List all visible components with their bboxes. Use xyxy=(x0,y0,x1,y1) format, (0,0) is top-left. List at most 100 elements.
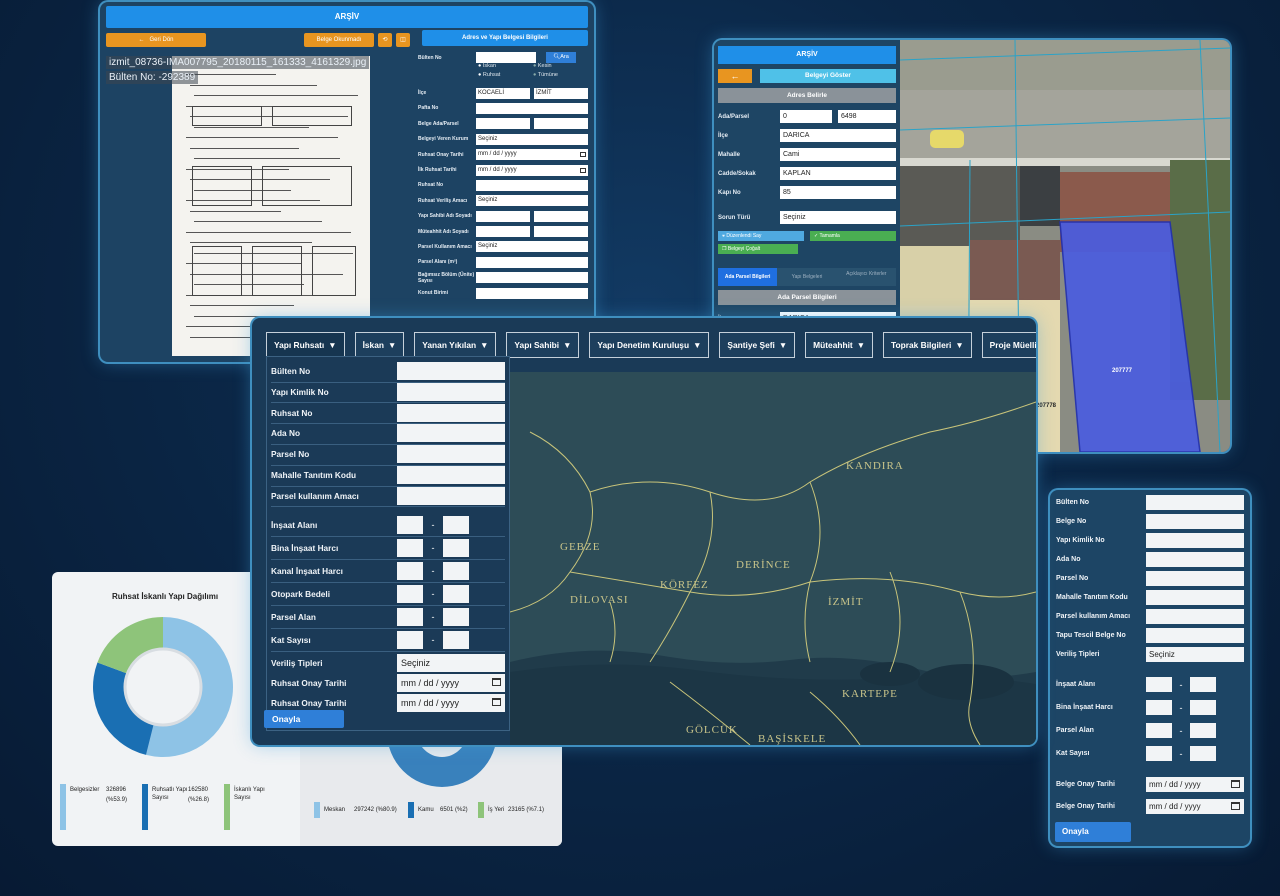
archive-field-input[interactable] xyxy=(476,52,536,64)
main-field-input[interactable] xyxy=(397,486,505,505)
right-date-input[interactable]: mm / dd / yyyy xyxy=(1146,799,1244,814)
main-field-input[interactable] xyxy=(397,445,505,464)
address-field-input[interactable]: 0 xyxy=(780,110,832,123)
nav-dropdown-yapi-sahibi[interactable]: Yapı Sahibi ▼ xyxy=(506,332,580,358)
archive-field-input-2[interactable] xyxy=(534,210,588,222)
right-field-input[interactable] xyxy=(1146,552,1244,567)
archive-field-input[interactable]: mm / dd / yyyy xyxy=(476,149,588,161)
right-field-input[interactable] xyxy=(1146,628,1244,643)
main-date-input[interactable]: mm / dd / yyyy xyxy=(397,693,505,712)
calendar-icon[interactable] xyxy=(1231,780,1240,788)
main-submit-button[interactable]: Onayla xyxy=(264,710,344,728)
fit-icon[interactable]: ◫ xyxy=(396,33,410,47)
calendar-icon[interactable] xyxy=(492,697,501,706)
mark-edited-button[interactable]: ⚹ Düzenlendi Say xyxy=(718,231,804,241)
range-max-input[interactable] xyxy=(443,607,469,626)
main-date-input[interactable]: mm / dd / yyyy xyxy=(397,673,505,692)
back-arrow-button[interactable]: ← xyxy=(718,69,752,83)
radio-option[interactable]: ● Tümüne xyxy=(533,72,588,78)
range-max-input[interactable] xyxy=(443,561,469,580)
right-field-input[interactable] xyxy=(1146,495,1244,510)
archive-field-input[interactable] xyxy=(476,226,530,238)
range-min-input[interactable] xyxy=(397,561,423,580)
range-max-input[interactable] xyxy=(1190,700,1216,715)
main-field-input[interactable] xyxy=(397,403,505,422)
address-field-input[interactable]: KAPLAN xyxy=(780,167,896,180)
address-field-input[interactable]: Seçiniz xyxy=(780,211,896,224)
nav-dropdown-yanan-yikilan[interactable]: Yanan Yıkılan ▼ xyxy=(414,332,497,358)
range-min-input[interactable] xyxy=(1146,677,1172,692)
range-min-input[interactable] xyxy=(1146,746,1172,761)
nav-dropdown-yapi-denetim-kurulusu[interactable]: Yapı Denetim Kuruluşu ▼ xyxy=(589,332,710,358)
address-field-input[interactable]: Cami xyxy=(780,148,896,161)
archive-field-input[interactable] xyxy=(476,272,588,284)
calendar-icon[interactable] xyxy=(492,677,501,686)
archive-field-input-2[interactable] xyxy=(534,118,588,130)
archive-field-input[interactable]: Seçiniz xyxy=(476,133,588,145)
range-min-input[interactable] xyxy=(397,607,423,626)
nav-dropdown-iskan[interactable]: İskan ▼ xyxy=(354,332,405,358)
archive-field-input[interactable] xyxy=(476,102,588,114)
doc-read-status-dropdown[interactable]: Belge Okunmadı xyxy=(304,33,374,47)
nav-dropdown-proje-muellifi[interactable]: Proje Müellifi▼ xyxy=(981,332,1036,358)
right-verilis-select[interactable]: Seçiniz xyxy=(1146,647,1244,662)
main-verilis-select[interactable]: Seçiniz xyxy=(397,653,505,672)
duplicate-document-button[interactable]: ❐ Belgeyi Çoğalt xyxy=(718,244,798,254)
right-field-input[interactable] xyxy=(1146,533,1244,548)
archive-field-input[interactable] xyxy=(476,118,530,130)
right-field-input[interactable] xyxy=(1146,571,1244,586)
range-min-input[interactable] xyxy=(397,630,423,649)
right-date-input[interactable]: mm / dd / yyyy xyxy=(1146,777,1244,792)
nav-dropdown-toprak-bilgileri[interactable]: Toprak Bilgileri ▼ xyxy=(883,332,972,358)
archive-field-input[interactable]: Seçiniz xyxy=(476,195,588,207)
range-max-input[interactable] xyxy=(1190,746,1216,761)
right-field-input[interactable] xyxy=(1146,609,1244,624)
range-max-input[interactable] xyxy=(443,538,469,557)
archive-field-input[interactable] xyxy=(476,210,530,222)
main-field-input[interactable] xyxy=(397,466,505,484)
range-max-input[interactable] xyxy=(443,630,469,649)
kocaeli-map[interactable]: KANDIRA GEBZE DİLOVASI KÖRFEZ DERİNCE İZ… xyxy=(510,372,1036,745)
rotate-icon[interactable]: ⟲ xyxy=(378,33,392,47)
search-button[interactable]: 🔍︎Ara xyxy=(546,52,576,64)
archive-field-input[interactable] xyxy=(476,179,588,191)
right-field-input[interactable] xyxy=(1146,514,1244,529)
address-field-input-2[interactable]: 6498 xyxy=(838,110,896,123)
archive-field-input[interactable] xyxy=(476,287,588,299)
address-field-input[interactable]: DARICA xyxy=(780,129,896,142)
radio-option[interactable]: ● Ruhsat xyxy=(478,72,533,78)
archive-field-input-2[interactable] xyxy=(534,226,588,238)
right-submit-button[interactable]: Onayla xyxy=(1055,822,1131,842)
complete-button[interactable]: ✓ Tamamla xyxy=(810,231,896,241)
range-min-input[interactable] xyxy=(397,538,423,557)
archive-field-input[interactable]: KOCAELİ xyxy=(476,87,530,99)
calendar-icon[interactable] xyxy=(580,152,586,158)
archive-field-input[interactable]: Seçiniz xyxy=(476,241,588,253)
range-max-input[interactable] xyxy=(443,584,469,603)
range-min-input[interactable] xyxy=(397,584,423,603)
nav-dropdown-santiye-sefi[interactable]: Şantiye Şefi ▼ xyxy=(719,332,796,358)
range-min-input[interactable] xyxy=(1146,700,1172,715)
range-max-input[interactable] xyxy=(1190,723,1216,738)
nav-dropdown-muteahhit[interactable]: Müteahhit ▼ xyxy=(805,332,874,358)
archive-field-input-2[interactable]: İZMİT xyxy=(534,87,588,99)
range-min-input[interactable] xyxy=(397,515,423,534)
tab-criteria[interactable]: Açıklayıcı Kriterler xyxy=(836,268,896,286)
range-max-input[interactable] xyxy=(1190,677,1216,692)
calendar-icon[interactable] xyxy=(1231,802,1240,810)
address-field-input[interactable]: 85 xyxy=(780,186,896,199)
radio-option[interactable]: ● Kesin xyxy=(533,63,588,69)
main-field-input[interactable] xyxy=(397,362,505,380)
archive-field-input[interactable]: mm / dd / yyyy xyxy=(476,164,588,176)
tab-building-docs[interactable]: Yapı Belgeleri xyxy=(777,268,837,286)
range-min-input[interactable] xyxy=(1146,723,1172,738)
calendar-icon[interactable] xyxy=(580,167,586,173)
main-field-input[interactable] xyxy=(397,424,505,443)
range-max-input[interactable] xyxy=(443,515,469,534)
main-field-input[interactable] xyxy=(397,382,505,401)
show-document-button[interactable]: Belgeyi Göster xyxy=(760,69,896,83)
radio-option[interactable]: ● İskan xyxy=(478,63,533,69)
archive-field-input[interactable] xyxy=(476,256,588,268)
nav-dropdown-yapi-ruhsati[interactable]: Yapı Ruhsatı ▼ xyxy=(266,332,345,358)
tab-parcel-info[interactable]: Ada Parsel Bilgileri xyxy=(718,268,778,286)
